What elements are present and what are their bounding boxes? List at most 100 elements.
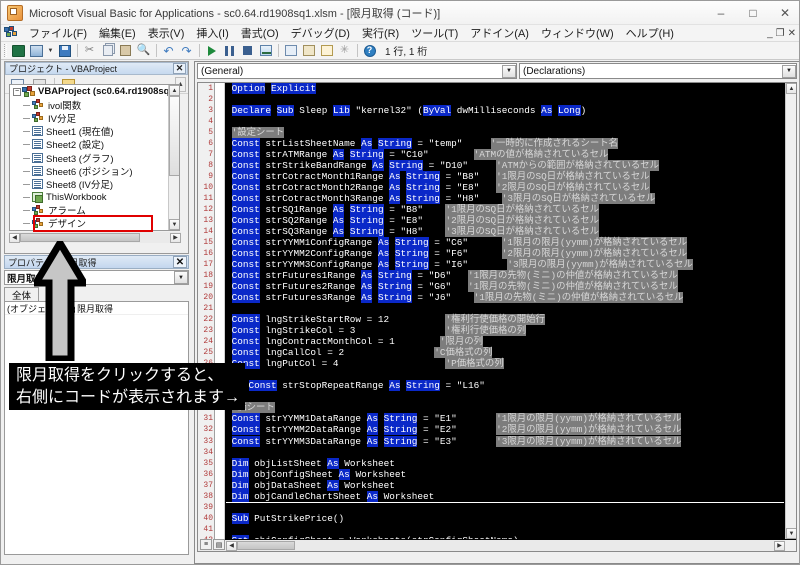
property-row[interactable]: (オブジェクト名) 限月取得 (5, 302, 188, 315)
insert-dropdown-icon[interactable]: ▼ (46, 43, 55, 59)
code-editor[interactable]: 1 2 3 4 5 6 7 8 9 10 11 12 13 14 15 16 17 18 19 20 21 22 23 24 2… (197, 82, 797, 552)
code-line[interactable]: '価シート (226, 402, 784, 414)
tree-item-vbaproject[interactable]: − VBAProject (sc0.64.rd1908sq1.xls (10, 85, 179, 98)
code-line[interactable]: Const strFutures2Range As String = "G6" … (226, 281, 784, 293)
project-explorer-icon[interactable] (282, 43, 299, 59)
view-excel-icon[interactable] (10, 43, 27, 59)
code-horizontal-scrollbar[interactable]: ◀ ▶ (198, 540, 785, 551)
scroll-left-icon[interactable]: ◀ (9, 232, 20, 243)
menu-edit[interactable]: 編集(E) (93, 24, 142, 42)
code-line[interactable]: Dim objConfigSheet As Worksheet (226, 468, 784, 480)
expander-icon[interactable]: − (12, 87, 22, 96)
code-line[interactable]: Const lngStrikeCol = 3 '権利行使価格の列 (226, 325, 784, 337)
stop-icon[interactable] (239, 43, 256, 59)
cut-icon[interactable]: ✂ (81, 43, 98, 59)
toolbar-grip[interactable] (4, 44, 7, 57)
code-line[interactable]: Const lngCallCol = 2 'C価格式の列 (226, 347, 784, 359)
project-tree[interactable]: − VBAProject (sc0.64.rd1908sq1.xls ivol関… (9, 84, 180, 231)
tree-item-sheet2[interactable]: Sheet2 (設定) (10, 138, 170, 151)
find-icon[interactable]: 🔍 (135, 43, 152, 59)
scroll-right-icon[interactable]: ▶ (170, 232, 181, 243)
code-line[interactable]: Const lngContractMonthCol = 1 '限月の列 (226, 336, 784, 348)
code-line[interactable]: Const strCotractMonth1Range As String = … (226, 171, 784, 183)
scroll-down-icon[interactable]: ▼ (169, 219, 179, 230)
code-line[interactable]: Const strStopRepeatRange As String = "L1… (226, 380, 784, 392)
close-button[interactable]: ✕ (769, 1, 799, 25)
hscroll-thumb[interactable] (237, 541, 295, 550)
tab-alphabetic[interactable]: 全体 (4, 287, 40, 302)
code-line[interactable]: '設定シート (226, 127, 784, 139)
code-line[interactable]: Const strYYMM1DataRange As String = "E1"… (226, 413, 784, 425)
code-line[interactable]: Const strYYMM3ConfigRange As String = "I… (226, 259, 784, 271)
tree-horizontal-scrollbar[interactable]: ◀ ▶ (9, 232, 181, 243)
tree-item-design[interactable]: デザイン (10, 217, 170, 230)
code-line[interactable]: Const strYYMM2ConfigRange As String = "F… (226, 248, 784, 260)
code-vertical-scrollbar[interactable]: ▲ ▼ (785, 83, 796, 539)
menu-addins[interactable]: アドイン(A) (464, 24, 535, 42)
code-line[interactable]: Const strListSheetName As String = "temp… (226, 138, 784, 150)
scroll-left-icon[interactable]: ◀ (226, 540, 237, 551)
tree-vertical-scrollbar[interactable]: ▲ ▼ (168, 85, 179, 230)
tree-item-sheet6[interactable]: Sheet6 (ポジション) (10, 164, 170, 178)
property-value[interactable]: 限月取得 (75, 302, 188, 315)
scroll-right-icon[interactable]: ▶ (774, 540, 785, 551)
code-line[interactable] (226, 94, 784, 105)
maximize-button[interactable]: □ (737, 1, 769, 25)
properties-object-combo[interactable]: 限月取得 ▼ (4, 270, 189, 285)
design-mode-icon[interactable] (257, 43, 274, 59)
code-line[interactable]: Dim objDataSheet As Worksheet (226, 479, 784, 491)
breakpoint-margin[interactable] (215, 83, 225, 551)
toolbox-icon[interactable]: ✳ (336, 43, 353, 59)
copy-icon[interactable] (99, 43, 116, 59)
menu-debug[interactable]: デバッグ(D) (285, 24, 356, 42)
redo-icon[interactable]: ↷ (178, 43, 195, 59)
code-line[interactable]: Const strYYMM2DataRange As String = "E2"… (226, 424, 784, 436)
pause-icon[interactable] (221, 43, 238, 59)
project-explorer-close-icon[interactable]: ✕ (173, 63, 186, 74)
code-scroll-viewport[interactable]: Option Explicit Declare Sub Sleep Lib "k… (226, 83, 784, 539)
properties-window-icon[interactable] (300, 43, 317, 59)
procedure-combo[interactable]: (Declarations) ▼ (519, 63, 797, 79)
code-line[interactable]: Declare Sub Sleep Lib "kernel32" (ByVal … (226, 105, 784, 117)
scroll-up-icon[interactable]: ▲ (786, 83, 796, 94)
tree-item-ivol-kansuu[interactable]: ivol関数 (10, 98, 170, 112)
full-module-view-icon[interactable]: ▤ (213, 539, 225, 550)
tree-item-thisworkbook[interactable]: ThisWorkbook (10, 191, 170, 204)
menu-format[interactable]: 書式(O) (235, 24, 285, 42)
code-line[interactable]: Sub PutStrikePrice() (226, 512, 784, 524)
hscroll-thumb[interactable] (20, 233, 140, 242)
menu-tools[interactable]: ツール(T) (405, 24, 464, 42)
procedure-view-icon[interactable]: ≡ (200, 539, 212, 550)
menu-help[interactable]: ヘルプ(H) (620, 24, 680, 42)
code-line[interactable] (226, 116, 784, 127)
code-line[interactable]: Const strYYMM3DataRange As String = "E3"… (226, 435, 784, 447)
properties-close-icon[interactable]: ✕ (173, 256, 187, 268)
chevron-down-icon[interactable]: ▼ (174, 271, 188, 284)
save-icon[interactable] (56, 43, 73, 59)
code-line[interactable]: Const strCotractMonth2Range As String = … (226, 182, 784, 194)
insert-userform-icon[interactable] (28, 43, 45, 59)
tree-item-alarm[interactable]: アラーム (10, 204, 170, 217)
code-line[interactable]: Dim objListSheet As Worksheet (226, 457, 784, 469)
paste-icon[interactable] (117, 43, 134, 59)
tree-item-sheet8[interactable]: Sheet8 (IV分足) (10, 177, 170, 191)
tree-item-sheet1[interactable]: Sheet1 (現在値) (10, 125, 170, 138)
tree-item-iv-funashi[interactable]: IV分足 (10, 111, 170, 125)
chevron-down-icon[interactable]: ▼ (502, 64, 516, 78)
menu-file[interactable]: ファイル(F) (23, 24, 93, 42)
mdi-close-button[interactable]: ✕ (788, 28, 796, 39)
scroll-thumb[interactable] (169, 96, 179, 176)
code-line[interactable]: Const strSQ3Range As String = "H8" '3限月の… (226, 226, 784, 238)
code-line[interactable] (226, 447, 784, 458)
code-line[interactable]: Option Explicit (226, 83, 784, 94)
menu-insert[interactable]: 挿入(I) (190, 24, 234, 42)
code-line[interactable]: Const lngPutCol = 4 'P価格式の列 (226, 358, 784, 370)
code-line[interactable]: Const strFutures3Range As String = "J6" … (226, 292, 784, 304)
mdi-minimize-button[interactable]: _ (767, 28, 773, 39)
code-line[interactable] (226, 501, 784, 513)
code-line[interactable] (226, 391, 784, 402)
tree-item-position-kanri[interactable]: ポジション管理 (10, 230, 170, 231)
code-line[interactable]: Const lngStrikeStartRow = 12 '権利行使価格の開始行 (226, 314, 784, 326)
code-line[interactable]: Const strSQ1Range As String = "B8" '1限月の… (226, 204, 784, 216)
object-combo[interactable]: (General) ▼ (197, 63, 517, 79)
